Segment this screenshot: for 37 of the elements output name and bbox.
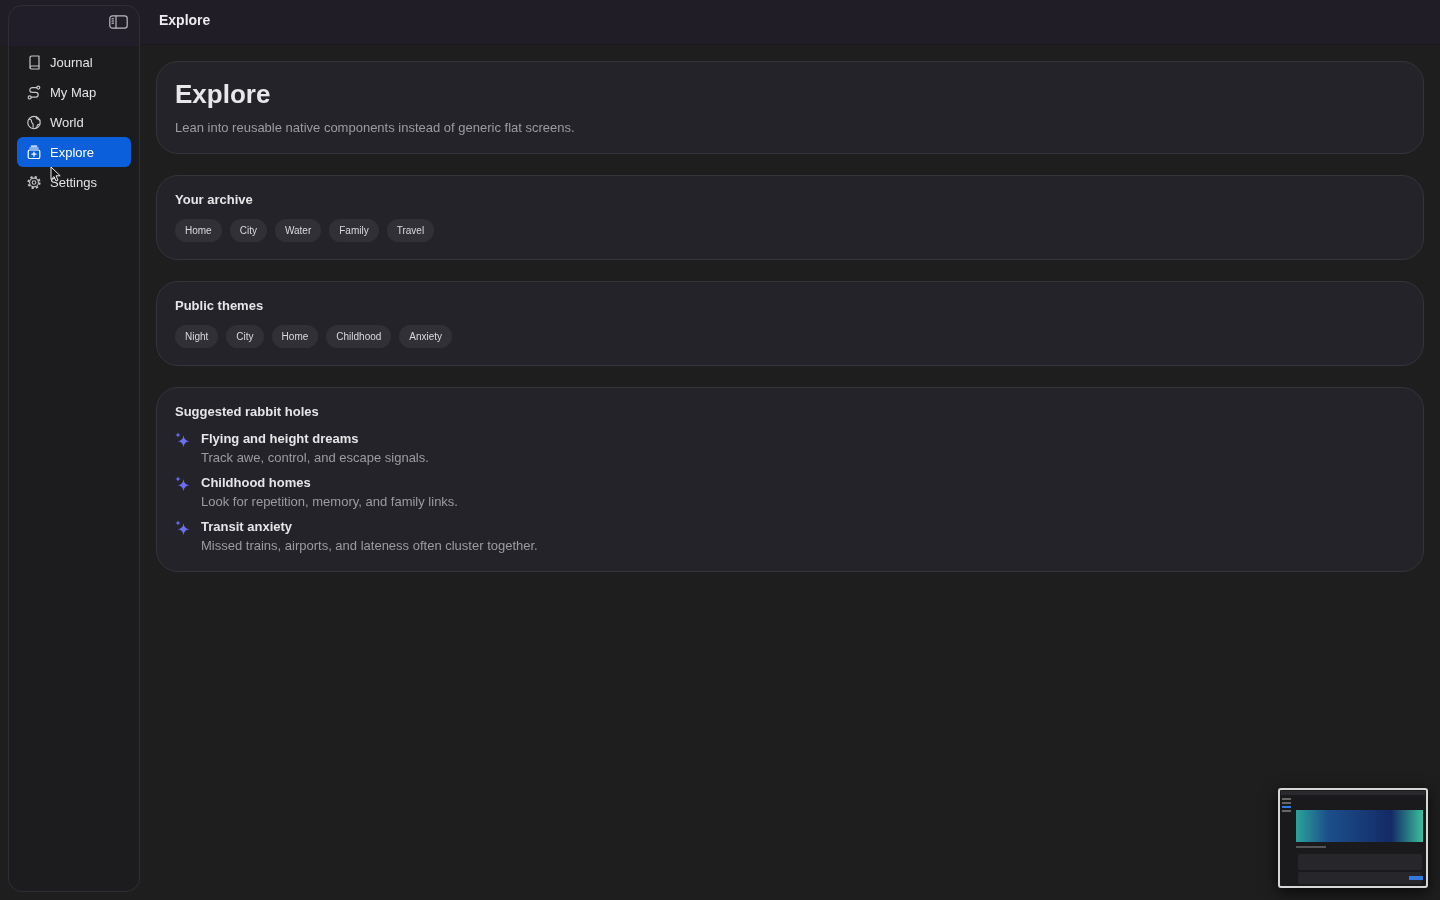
tag-chip[interactable]: Family bbox=[329, 219, 379, 242]
sidebar-item[interactable]: Journal bbox=[17, 47, 131, 77]
sparkle-icon bbox=[175, 432, 190, 448]
settings-icon bbox=[27, 174, 41, 190]
section-title: Public themes bbox=[175, 298, 265, 314]
screenshot-thumbnail[interactable] bbox=[1278, 788, 1428, 888]
tag-chip[interactable]: Travel bbox=[386, 219, 435, 242]
suggestion-title: Transit anxiety bbox=[201, 519, 294, 535]
tag-chip[interactable]: Anxiety bbox=[399, 325, 453, 348]
tag-chip[interactable]: Water bbox=[274, 219, 322, 242]
sparkle-icon bbox=[175, 520, 190, 536]
tag-chip[interactable]: City bbox=[229, 219, 267, 242]
card-stack-icon bbox=[27, 144, 41, 160]
window-title: Explore bbox=[159, 12, 211, 28]
sidebar-item[interactable]: Explore bbox=[17, 137, 131, 167]
tag-chip[interactable]: Home bbox=[271, 325, 319, 348]
suggestion-description: Track awe, control, and escape signals. bbox=[201, 450, 429, 466]
tag-chip[interactable]: City bbox=[226, 325, 264, 348]
sidebar-toggle-icon[interactable] bbox=[109, 14, 128, 29]
page-subtitle: Lean into reusable native components instead of generic flat screens. bbox=[175, 120, 576, 136]
suggestion-description: Missed trains, airports, and lateness often cluster together. bbox=[201, 538, 538, 554]
book-icon bbox=[27, 54, 41, 70]
suggestion-title: Childhood homes bbox=[201, 475, 312, 491]
sidebar-item[interactable]: World bbox=[17, 107, 131, 137]
globe-icon bbox=[27, 114, 41, 130]
tag-chip[interactable]: Night bbox=[175, 325, 219, 348]
page-title: Explore bbox=[175, 78, 272, 110]
suggestion-title: Flying and height dreams bbox=[201, 431, 360, 447]
section-title: Suggested rabbit holes bbox=[175, 404, 320, 420]
suggestion-description: Look for repetition, memory, and family links. bbox=[201, 494, 458, 510]
sidebar-item[interactable]: My Map bbox=[17, 77, 131, 107]
tag-chip[interactable]: Childhood bbox=[326, 325, 392, 348]
tag-chip[interactable]: Home bbox=[175, 219, 222, 242]
sparkle-icon bbox=[175, 476, 190, 492]
sidebar-item[interactable]: Settings bbox=[17, 167, 131, 197]
section-title: Your archive bbox=[175, 192, 254, 208]
route-icon bbox=[27, 84, 41, 100]
